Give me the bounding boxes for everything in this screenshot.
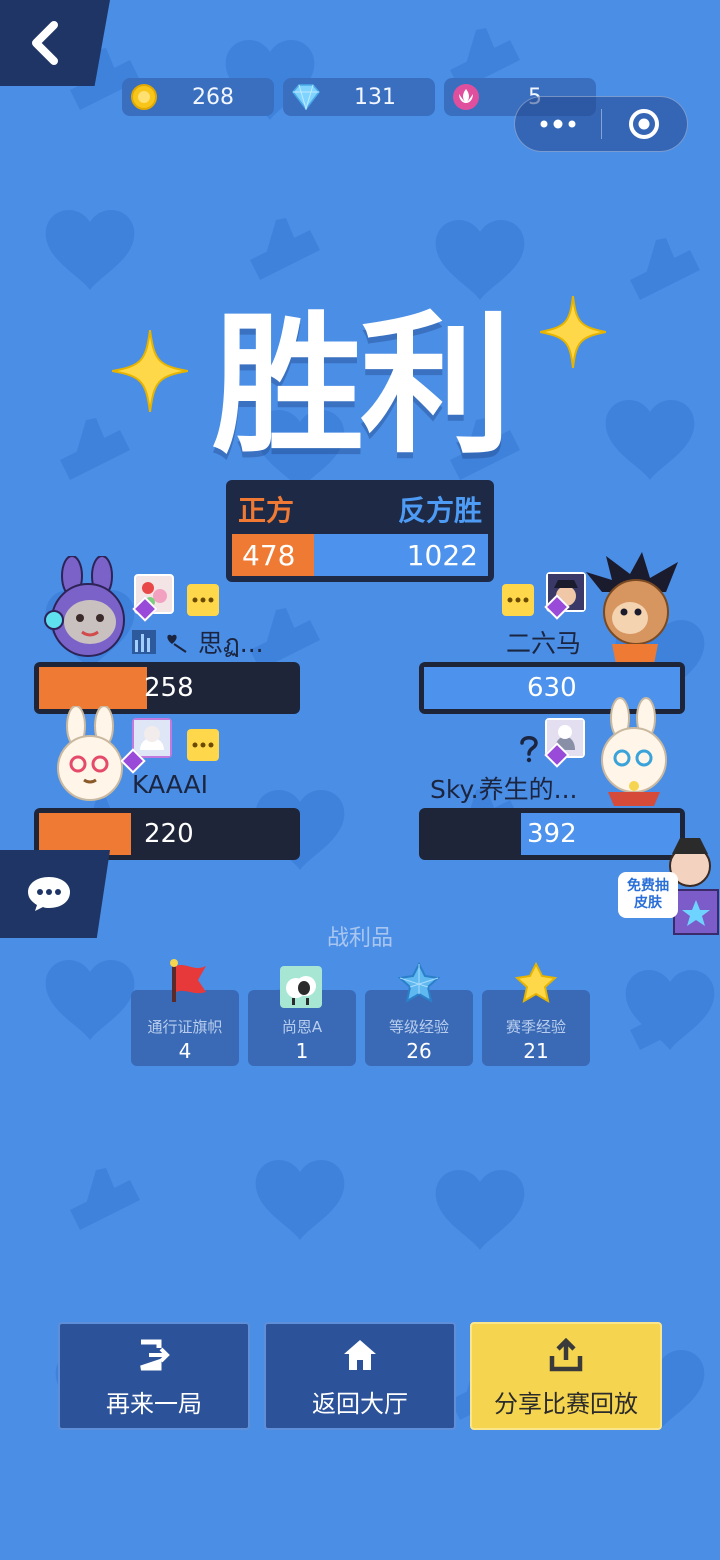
loot-item-name: 尚恩A [281,1018,323,1036]
free-skin-line2: 皮肤 [634,895,662,911]
bunny-professor-avatar [601,697,667,806]
victory-title: 胜利 [212,297,512,474]
sheep-icon [280,966,322,1008]
anime-avatar-icon [134,720,170,756]
coin-value: 268 [192,84,234,110]
back-button[interactable] [0,0,110,86]
chat-bubble-icon [28,877,70,911]
diamond-value: 131 [354,84,396,110]
coin-icon [131,84,157,110]
team-score-panel: 正方 反方胜 478 1022 [226,480,494,582]
right-team-label: 反方胜 [397,494,482,527]
loot-item-name: 等级经验 [388,1018,449,1036]
chevron-left-icon [32,21,58,65]
player-more-button[interactable] [187,729,219,761]
player-score-value: 630 [527,673,577,703]
play-again-label: 再来一局 [106,1390,202,1418]
loot-item-count: 4 [178,1039,192,1063]
miniprogram-capsule [514,96,688,152]
player-name-left-2: KAAAI [132,770,209,799]
question-mark-icon [520,736,538,763]
star-gem-icon [398,962,440,1004]
player-avatar-image[interactable] [132,718,172,758]
score-fill [39,667,147,709]
bunny-astronaut-avatar [44,556,125,657]
loot-item-name: 通行证旗帜 [147,1018,223,1036]
monkey-king-avatar [586,552,678,664]
diamond-icon [292,84,320,110]
player-score-bar-right-2: 392 [419,808,685,860]
player-name-right-2: Sky.养生的... [430,775,578,804]
player-name-left-1: 思ฏ... [198,629,264,658]
ellipsis-icon [192,742,214,748]
left-team-label: 正方 [238,494,295,527]
coin-counter: 268 [122,78,274,116]
share-replay-label: 分享比赛回放 [494,1390,638,1418]
target-close-icon [629,109,660,139]
free-skin-line1: 免费抽 [627,878,669,894]
team-score-bar: 478 1022 [232,534,488,576]
star-icon [515,962,557,1004]
share-upload-icon [549,1337,583,1372]
equalizer-icon [132,630,156,654]
loot-item-count: 21 [523,1039,549,1063]
flag-icon [170,959,206,1002]
free-skin-draw-button[interactable]: 免费抽 皮肤 [618,872,678,918]
score-fill [39,813,131,855]
loot-title: 战利品 [326,926,393,951]
player-name-right-1: 二六马 [506,629,582,658]
player-more-button[interactable] [502,584,534,616]
player-score-value: 220 [144,819,194,849]
player-more-button[interactable] [187,584,219,616]
share-replay-button[interactable]: 分享比赛回放 [470,1322,662,1430]
diamond-counter: 131 [283,78,435,116]
more-menu-button[interactable] [515,97,601,151]
heart-hand-icon [167,634,187,653]
player-score-value: 392 [527,819,577,849]
replay-icon [140,1339,170,1371]
loot-item-count: 1 [295,1039,309,1063]
ellipsis-icon [507,597,529,603]
player-score-value: 258 [144,673,194,703]
right-team-score: 1022 [314,534,488,576]
back-to-lobby-label: 返回大厅 [312,1390,408,1418]
play-again-button[interactable]: 再来一局 [58,1322,250,1430]
close-miniprogram-button[interactable] [602,97,688,151]
home-icon [344,1340,376,1370]
back-to-lobby-button[interactable]: 返回大厅 [264,1322,456,1430]
loot-item-name: 赛季经验 [505,1018,566,1036]
ellipsis-icon [192,597,214,603]
loot-item-count: 26 [406,1039,432,1063]
lotus-icon [453,84,479,110]
left-team-score: 478 [232,534,314,576]
more-dots-icon [540,119,576,129]
